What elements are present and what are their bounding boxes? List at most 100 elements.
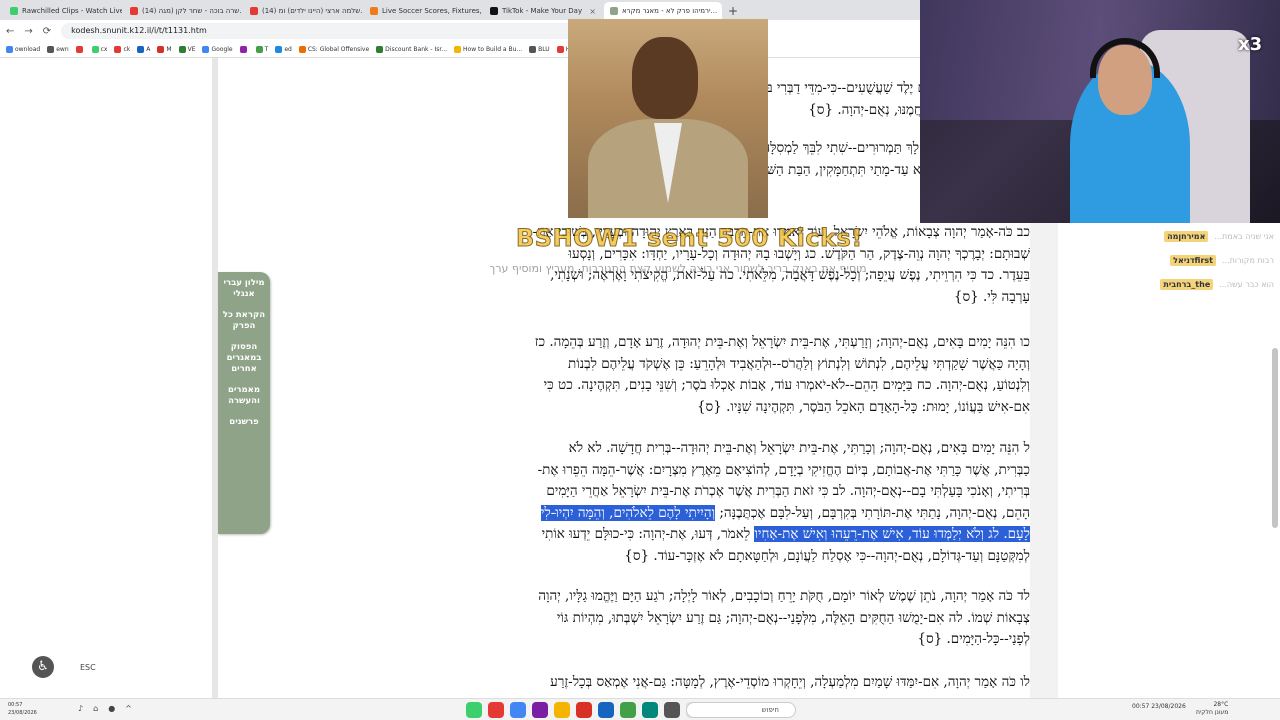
tab-title: (14) שרה בוכה - שחר לקן (מגה... xyxy=(142,7,242,15)
side-navigation: מילון עברי אנגלי הקראת כל הפרק הפסוק במאגר… xyxy=(218,272,270,534)
bookmark-item[interactable]: T xyxy=(255,46,269,53)
bookmark-favicon-icon xyxy=(137,46,145,53)
weather-temp: 28°C xyxy=(1213,701,1229,708)
bookmark-label: Discount Bank - Isr... xyxy=(385,46,448,53)
accessibility-icon[interactable]: ♿ xyxy=(32,656,54,678)
taskbar-left-time: 00:57 xyxy=(8,702,23,708)
verse-paragraph: לו כֹּה אָמַר יְהוָה, אִם-יִמַּדּוּ שָׁמ… xyxy=(418,672,1030,694)
bookmark-favicon-icon xyxy=(454,46,462,53)
tab-title: ירמיהו פרק לא - מאגר מקרא... xyxy=(622,7,718,15)
bookmark-favicon-icon xyxy=(376,46,384,53)
selected-text: וְהָיִיתִי לָהֶם לֵאלֹהִים, וְהֵמָּה יִה… xyxy=(540,504,716,521)
bookmark-favicon-icon xyxy=(255,46,263,53)
sidenav-item[interactable]: מאמרים והעשרה xyxy=(222,385,266,407)
reaction-image-overlay xyxy=(568,19,768,218)
bookmark-label: CS: Global Offensive xyxy=(307,46,370,53)
browser-tab[interactable]: TikTok - Make Your Day × xyxy=(484,2,602,20)
chat-text: אני שניה באמת... xyxy=(1214,231,1274,241)
bookmark-item[interactable] xyxy=(75,46,85,53)
bookmark-item[interactable]: A xyxy=(137,46,150,53)
stream-alert: BSHOW1 sent 500 Kicks! xyxy=(516,224,863,253)
network-icon[interactable]: ⌂ xyxy=(93,704,98,713)
taskbar-app-icon[interactable] xyxy=(466,702,482,718)
bookmark-item[interactable]: ownload xyxy=(6,46,40,53)
taskbar-tray-left: ♪ ⌂ ● ^ xyxy=(78,704,132,713)
taskbar-app-icon[interactable] xyxy=(554,702,570,718)
volume-icon[interactable]: ♪ xyxy=(78,704,83,713)
taskbar-search[interactable]: חיפוש xyxy=(686,702,796,718)
weather-widget[interactable]: 28°C מעונן חלקית xyxy=(1196,701,1228,717)
meme-head-shape xyxy=(632,37,698,119)
record-icon[interactable]: ● xyxy=(108,704,115,713)
tab-title: TikTok - Make Your Day xyxy=(502,7,583,15)
tab-favicon-icon xyxy=(490,7,498,15)
bookmark-item[interactable]: CS: Global Offensive xyxy=(298,46,370,53)
bookmark-item[interactable]: cx xyxy=(91,46,107,53)
chevron-up-icon[interactable]: ^ xyxy=(125,704,132,713)
browser-tab[interactable]: (14) שרה בוכה - שחר לקן (מגה...× xyxy=(124,2,242,20)
taskbar-app-icon[interactable] xyxy=(532,702,548,718)
text-line: ל הִנֵּה יָמִים בָּאִים, נְאֻם-יְהוָה; ו… xyxy=(568,440,1030,456)
browser-tab[interactable]: Rawchilled Clips - Watch Live o...× xyxy=(4,2,122,20)
weather-desc: מעונן חלקית xyxy=(1196,709,1229,716)
text-line: לְמִקְּטַנָּם וְעַד-גְּדוֹלָם, נְאֻם-יְה… xyxy=(624,547,1030,564)
browser-tab[interactable]: ירמיהו פרק לא - מאגר מקרא...× xyxy=(604,2,722,20)
bookmark-item[interactable]: VE xyxy=(178,46,195,53)
sidenav-item[interactable]: מילון עברי אנגלי xyxy=(222,278,266,300)
bookmark-label: BLU xyxy=(538,46,550,53)
bookmark-item[interactable]: Google xyxy=(202,46,233,53)
bookmark-label: T xyxy=(264,46,269,53)
forward-icon[interactable]: → xyxy=(24,26,32,37)
bookmark-label: ed xyxy=(284,46,292,53)
browser-tab[interactable]: (14) שלמה ארצי (היינו ילדים) ומ...× xyxy=(244,2,362,20)
text-line: וְהָיָה כַּאֲשֶׁר שָׁקַדְתִּי עֲלֵיהֶם, … xyxy=(568,355,1030,372)
verse-paragraph: לד כֹּה אָמַר יְהוָה, נֹתֵן שֶׁמֶשׁ לְאו… xyxy=(418,586,1030,651)
bookmark-item[interactable]: Discount Bank - Isr... xyxy=(376,46,447,53)
sidenav-item[interactable]: הקראת כל הפרק xyxy=(222,310,266,332)
taskbar-app-icon[interactable] xyxy=(664,702,680,718)
text-line: צְבָאוֹת שְׁמוֹ. לה אִם-יָמֻשׁוּ הַחֻקִּ… xyxy=(556,609,1030,626)
bookmark-item[interactable]: How to Build a Bu... xyxy=(454,46,522,53)
chat-username: אמירחןמה xyxy=(1164,230,1209,242)
esc-label: ESC xyxy=(80,663,96,672)
chat-text: הוא כבר עשה... xyxy=(1219,279,1274,289)
bookmark-label: Google xyxy=(211,46,233,53)
taskbar-app-icon[interactable] xyxy=(576,702,592,718)
text-fragment: הָהֵם, נְאֻם-יְהוָה, נָתַתִּי אֶת-תּוֹרָ… xyxy=(719,504,1030,521)
bookmark-item[interactable]: ewn xyxy=(47,46,69,53)
sidenav-item[interactable]: הפסוק במאגרים אחרים xyxy=(222,342,266,375)
taskbar-app-icon[interactable] xyxy=(488,702,504,718)
webcam-overlay xyxy=(920,0,1280,223)
sidenav-item[interactable]: פרשנים xyxy=(222,417,266,428)
taskbar-app-icon[interactable] xyxy=(642,702,658,718)
tab-favicon-icon xyxy=(370,7,378,15)
taskbar-app-icon[interactable] xyxy=(510,702,526,718)
bookmark-favicon-icon xyxy=(239,46,247,53)
chat-message: הוא כבר עשה... ברחבית_the xyxy=(924,272,1274,296)
tab-favicon-icon xyxy=(10,7,18,15)
chat-message: רבות מקורות... דניאלfirst xyxy=(924,248,1274,272)
close-icon[interactable]: × xyxy=(589,7,596,16)
multiplier-badge: x3 xyxy=(1238,34,1263,55)
taskbar-app-icon[interactable] xyxy=(620,702,636,718)
browser-tab[interactable]: Live Soccer Scores, Fixtures, Re...× xyxy=(364,2,482,20)
bookmark-favicon-icon xyxy=(157,46,165,53)
back-icon[interactable]: ← xyxy=(6,26,14,37)
bookmark-item[interactable]: ck xyxy=(114,46,130,53)
new-tab-button[interactable]: + xyxy=(728,2,738,20)
bookmark-item[interactable] xyxy=(239,46,249,53)
url-field[interactable]: kodesh.snunit.k12.il/i/t/t1131.htm xyxy=(61,23,602,39)
scrollbar-thumb[interactable] xyxy=(1272,348,1278,528)
bookmark-item[interactable]: ed xyxy=(275,46,292,53)
bookmark-item[interactable]: M xyxy=(157,46,172,53)
close-icon[interactable]: × xyxy=(721,7,722,16)
bookmark-favicon-icon xyxy=(114,46,122,53)
taskbar-apps xyxy=(466,702,702,718)
tab-favicon-icon xyxy=(250,7,258,15)
text-line: לד כֹּה אָמַר יְהוָה, נֹתֵן שֶׁמֶשׁ לְאו… xyxy=(538,588,1030,604)
taskbar-app-icon[interactable] xyxy=(598,702,614,718)
reload-icon[interactable]: ⟳ xyxy=(43,26,51,37)
text-line: לָעָם. לג וְלֹא יְלַמְּדוּ עוֹד, אִישׁ א… xyxy=(418,524,1030,546)
bookmark-item[interactable]: BLU xyxy=(529,46,550,53)
chat-text: רבות מקורות... xyxy=(1222,255,1274,265)
